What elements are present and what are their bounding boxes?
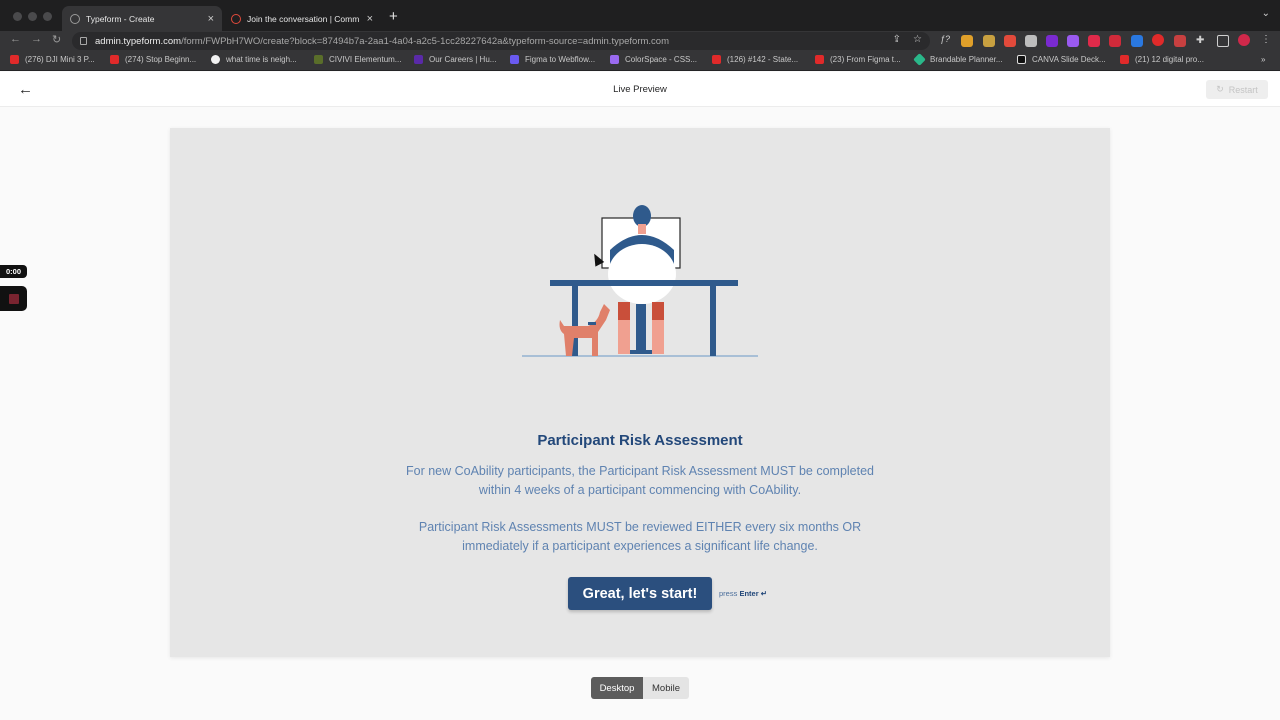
stop-icon	[8, 293, 19, 304]
canva-icon	[1017, 55, 1026, 64]
side-panel-icon[interactable]	[1217, 35, 1229, 47]
share-icon[interactable]: ⇪	[893, 34, 901, 45]
bookmark-label: ColorSpace - CSS...	[625, 55, 698, 64]
forward-icon[interactable]: →	[31, 33, 42, 45]
bookmark-item[interactable]: (21) 12 digital pro...	[1120, 55, 1204, 64]
youtube-icon	[110, 55, 119, 64]
extension-badge-icon[interactable]	[1174, 35, 1186, 47]
youtube-icon	[1120, 55, 1129, 64]
device-toggle: Desktop Mobile	[591, 677, 689, 699]
profile-avatar-icon[interactable]	[1238, 34, 1250, 46]
bookmark-label: (126) #142 - State...	[727, 55, 799, 64]
careers-icon	[414, 55, 423, 64]
address-bar[interactable]: admin.typeform.com /form/FWPbH7WO/create…	[72, 32, 930, 50]
window-minimize-control[interactable]	[28, 12, 37, 21]
browser-toolbar: ← → ↻ admin.typeform.com /form/FWPbH7WO/…	[0, 31, 1280, 51]
new-tab-button[interactable]: +	[389, 8, 398, 25]
extension-font-icon[interactable]: ƒ?	[940, 34, 952, 46]
figma-webflow-icon	[510, 55, 519, 64]
bookmark-label: Our Careers | Hu...	[429, 55, 497, 64]
youtube-icon	[712, 55, 721, 64]
tab-search-chevron-icon[interactable]: ⌄	[1262, 8, 1270, 19]
civivi-icon	[314, 55, 323, 64]
restart-label: Restart	[1228, 84, 1258, 95]
hint-press-label: press	[719, 589, 738, 598]
restart-icon: ↻	[1216, 84, 1224, 94]
bookmark-label: Figma to Webflow...	[525, 55, 596, 64]
lock-icon	[80, 37, 87, 45]
bookmark-item[interactable]: Brandable Planner...	[913, 53, 1003, 66]
extension-red-icon[interactable]	[1088, 35, 1100, 47]
bookmark-star-icon[interactable]: ☆	[913, 34, 922, 45]
url-path: /form/FWPbH7WO/create?block=87494b7a-2aa…	[181, 35, 669, 47]
community-favicon-icon	[231, 13, 241, 24]
extension-purple-icon[interactable]	[1067, 35, 1079, 47]
form-description-paragraph: For new CoAbility participants, the Part…	[405, 464, 875, 497]
extensions-puzzle-icon[interactable]: ✚	[1196, 35, 1208, 47]
window-close-control[interactable]	[13, 12, 22, 21]
keyboard-hint: press Enter ↵	[719, 589, 767, 598]
colorspace-icon	[610, 55, 619, 64]
form-description-paragraph: Participant Risk Assessments MUST be rev…	[418, 520, 862, 553]
bookmark-item[interactable]: ColorSpace - CSS...	[610, 55, 697, 64]
form-preview-card: Participant Risk Assessment For new CoAb…	[170, 128, 1110, 657]
person-at-desk-illustration	[522, 205, 758, 357]
close-tab-icon[interactable]: ×	[367, 13, 373, 25]
bookmark-item[interactable]: (276) DJI Mini 3 P...	[10, 55, 95, 64]
window-zoom-control[interactable]	[43, 12, 52, 21]
close-tab-icon[interactable]: ×	[208, 13, 214, 25]
extension-page-icon[interactable]	[1025, 35, 1037, 47]
extension-glasses-icon[interactable]	[1004, 35, 1016, 47]
back-icon[interactable]: ←	[10, 33, 21, 45]
extension-record-icon[interactable]	[1152, 34, 1164, 46]
google-icon	[211, 55, 220, 64]
form-title: Participant Risk Assessment	[537, 432, 743, 449]
extension-v-icon[interactable]	[1046, 35, 1058, 47]
browser-tab-typeform[interactable]: Typeform - Create ×	[62, 6, 222, 31]
brandable-icon	[913, 53, 926, 66]
more-bookmarks-icon[interactable]: »	[1261, 55, 1265, 64]
mobile-view-button[interactable]: Mobile	[643, 677, 689, 699]
url-host: admin.typeform.com	[95, 35, 182, 47]
bookmarks-bar: (276) DJI Mini 3 P... (274) Stop Beginn.…	[0, 51, 1280, 71]
bookmark-label: CIVIVI Elementum...	[329, 55, 402, 64]
browser-tab-bar: Typeform - Create × Join the conversatio…	[0, 0, 1280, 31]
start-button[interactable]: Great, let's start!	[568, 577, 712, 610]
bookmark-label: (276) DJI Mini 3 P...	[25, 55, 95, 64]
browser-menu-icon[interactable]: ⋮	[1261, 34, 1273, 46]
bookmark-label: Brandable Planner...	[930, 55, 1003, 64]
bookmark-item[interactable]: Figma to Webflow...	[510, 55, 595, 64]
typeform-favicon-icon	[70, 13, 80, 24]
extension-heart-icon[interactable]	[1109, 35, 1121, 47]
browser-tab-community[interactable]: Join the conversation | Comm ×	[223, 6, 381, 31]
stop-recording-button[interactable]	[0, 286, 27, 311]
extension-download-icon[interactable]	[1131, 35, 1143, 47]
desktop-view-button[interactable]: Desktop	[591, 677, 643, 699]
tab-title: Typeform - Create	[86, 13, 155, 24]
bookmark-item[interactable]: Our Careers | Hu...	[414, 55, 496, 64]
extension-color-icon[interactable]	[961, 35, 973, 47]
bookmark-label: (23) From Figma t...	[830, 55, 901, 64]
bookmark-item[interactable]: CIVIVI Elementum...	[314, 55, 401, 64]
bookmark-label: (21) 12 digital pro...	[1135, 55, 1204, 64]
tab-title: Join the conversation | Comm	[247, 13, 360, 24]
extension-capture-icon[interactable]	[983, 35, 995, 47]
bookmark-item[interactable]: what time is neigh...	[211, 55, 297, 64]
bookmark-item[interactable]: (126) #142 - State...	[712, 55, 798, 64]
recording-timer: 0:00	[0, 265, 27, 278]
bookmark-label: (274) Stop Beginn...	[125, 55, 197, 64]
bookmark-label: CANVA Slide Deck...	[1032, 55, 1106, 64]
bookmark-label: what time is neigh...	[226, 55, 297, 64]
page-title: Live Preview	[613, 84, 667, 95]
hint-enter-key: Enter ↵	[739, 589, 767, 598]
youtube-icon	[10, 55, 19, 64]
restart-button[interactable]: ↻ Restart	[1206, 80, 1268, 99]
bookmark-item[interactable]: (274) Stop Beginn...	[110, 55, 196, 64]
reload-icon[interactable]: ↻	[52, 33, 61, 46]
bookmark-item[interactable]: (23) From Figma t...	[815, 55, 901, 64]
youtube-icon	[815, 55, 824, 64]
preview-header: ← Live Preview ↻ Restart	[0, 72, 1280, 107]
bookmark-item[interactable]: CANVA Slide Deck...	[1017, 55, 1106, 64]
